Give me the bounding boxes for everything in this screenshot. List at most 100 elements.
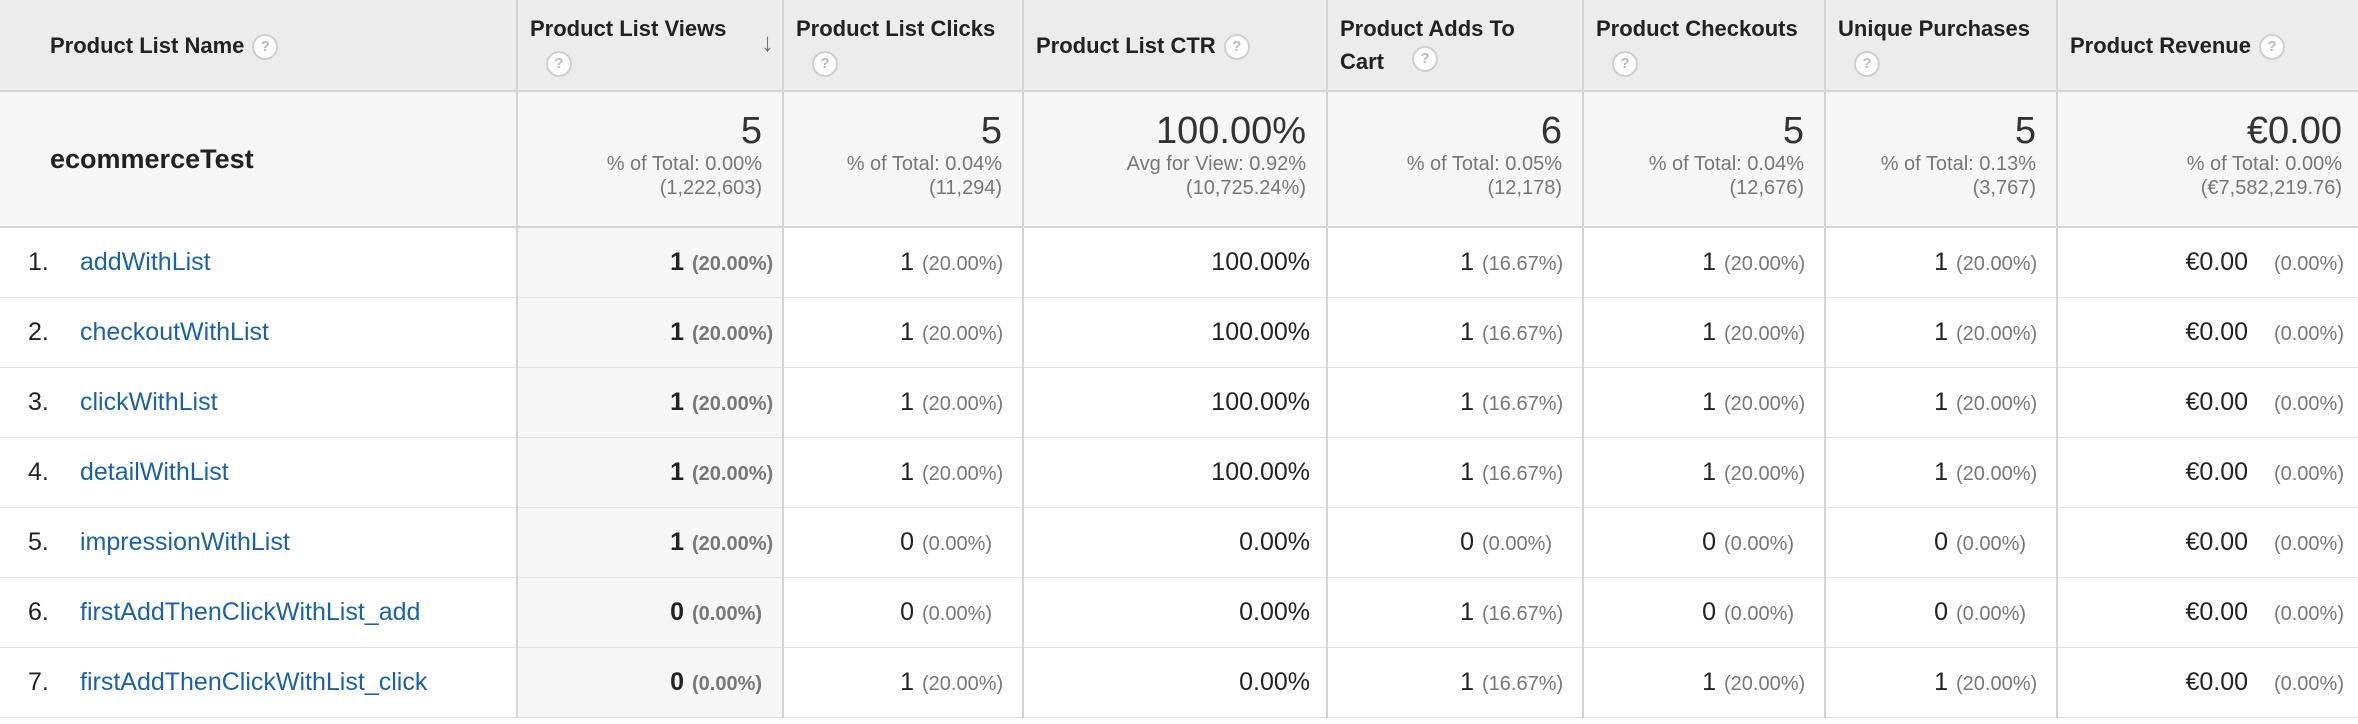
cell-percent: (0.00%) (1482, 532, 1553, 555)
cell-value: 1 (670, 387, 684, 416)
column-header-unique-purchases[interactable]: Unique Purchases? (1825, 0, 2058, 92)
help-icon[interactable]: ? (546, 51, 572, 78)
cell-percent: (16.67%) (1482, 602, 1564, 625)
table-row: 1. addWithList 1 (20.00%) 1 (20.00%) 100.00… (0, 227, 2358, 298)
column-header-product-revenue[interactable]: Product Revenue? (2057, 0, 2358, 92)
product-list-name-link[interactable]: impressionWithList (80, 528, 290, 556)
cell-percent: (16.67%) (1482, 322, 1564, 345)
column-header-product-list-name[interactable]: Product List Name? (0, 0, 518, 92)
cell-value: €0.00 (2185, 317, 2248, 346)
product-list-name-link[interactable]: checkoutWithList (80, 318, 269, 346)
help-icon[interactable]: ? (2258, 33, 2285, 60)
cell-percent: (20.00%) (1724, 462, 1806, 485)
total-percent: % of Total: 0.05% (1406, 153, 1562, 175)
clicks-cell: 1 (20.00%) (783, 227, 1024, 298)
revenue-cell: €0.00 (0.00%) (2057, 367, 2358, 438)
cell-percent: (20.00%) (1956, 392, 2038, 415)
cell-value: 0.00% (1239, 527, 1310, 556)
help-icon[interactable]: ? (1223, 33, 1250, 60)
cell-value: 0 (670, 597, 684, 626)
cell-percent: (16.67%) (1482, 462, 1564, 485)
cell-percent: (16.67%) (1482, 392, 1564, 415)
column-header-label: Product Revenue (2070, 32, 2251, 58)
cell-percent: (20.00%) (1956, 252, 2038, 275)
total-value: 6 (1540, 110, 1562, 152)
column-header-label: Product List CTR (1036, 32, 1216, 58)
checkouts-cell: 1 (20.00%) (1583, 227, 1826, 298)
cell-percent: (20.00%) (922, 322, 1004, 345)
cell-value: €0.00 (2185, 387, 2248, 416)
help-icon[interactable]: ? (812, 51, 838, 78)
row-index: 4. (28, 457, 49, 486)
product-list-name-link[interactable]: firstAddThenClickWithList_add (80, 598, 420, 626)
table-body: 1. addWithList 1 (20.00%) 1 (20.00%) 100.00… (0, 227, 2358, 718)
help-icon[interactable]: ? (252, 33, 279, 60)
cell-percent: (20.00%) (1956, 462, 2038, 485)
column-header-label: Product List Clicks (796, 16, 996, 41)
cell-percent: (20.00%) (1956, 322, 2038, 345)
totals-views: 5 % of Total: 0.00% (1,222,603) (517, 91, 784, 228)
unique-purchases-cell: 0 (0.00%) (1825, 507, 2058, 578)
sort-descending-icon[interactable]: ↓ (761, 26, 774, 59)
checkouts-cell: 1 (20.00%) (1583, 297, 1826, 368)
totals-ctr: 100.00% Avg for View: 0.92% (10,725.24%) (1023, 91, 1328, 228)
cell-value: 0 (1702, 527, 1716, 556)
product-list-name-cell: 2. checkoutWithList (0, 297, 518, 368)
adds-to-cart-cell: 1 (16.67%) (1327, 647, 1584, 718)
totals-name: ecommerceTest (0, 91, 518, 228)
clicks-cell: 1 (20.00%) (783, 297, 1024, 368)
views-cell: 0 (0.00%) (517, 647, 784, 718)
table-row: 4. detailWithList 1 (20.00%) 1 (20.00%) 100… (0, 437, 2358, 508)
checkouts-cell: 1 (20.00%) (1583, 437, 1826, 508)
cell-value: 1 (1702, 317, 1716, 346)
checkouts-cell: 1 (20.00%) (1583, 367, 1826, 438)
column-header-product-list-ctr[interactable]: Product List CTR? (1023, 0, 1328, 92)
cell-value: 1 (1460, 387, 1474, 416)
row-index: 5. (28, 527, 49, 556)
product-list-name-link[interactable]: addWithList (80, 248, 211, 276)
totals-adds-to-cart: 6 % of Total: 0.05% (12,178) (1327, 91, 1584, 228)
cell-percent: (0.00%) (2273, 392, 2344, 415)
column-header-label: Product List Views (530, 16, 727, 41)
cell-value: 100.00% (1211, 317, 1310, 346)
help-icon[interactable]: ? (1854, 51, 1880, 78)
cell-percent: (0.00%) (2273, 462, 2344, 485)
adds-to-cart-cell: 1 (16.67%) (1327, 227, 1584, 298)
revenue-cell: €0.00 (0.00%) (2057, 577, 2358, 648)
totals-row: ecommerceTest 5 % of Total: 0.00% (1,222… (0, 91, 2358, 228)
total-percent: % of Total: 0.04% (1648, 153, 1804, 175)
cell-percent: (20.00%) (922, 462, 1004, 485)
unique-purchases-cell: 1 (20.00%) (1825, 297, 2058, 368)
help-icon[interactable]: ? (1612, 51, 1638, 78)
help-icon[interactable]: ? (1412, 46, 1438, 72)
column-header-product-list-views[interactable]: Product List Views? ↓ (517, 0, 784, 92)
total-overall: (3,767) (1972, 177, 2036, 199)
product-list-name-link[interactable]: firstAddThenClickWithList_click (80, 668, 427, 696)
cell-value: 0 (1460, 527, 1474, 556)
product-list-name-cell: 4. detailWithList (0, 437, 518, 508)
cell-value: 0 (1702, 597, 1716, 626)
column-header-product-adds-to-cart[interactable]: Product Adds To Cart ? (1327, 0, 1584, 92)
product-list-name-cell: 5. impressionWithList (0, 507, 518, 578)
checkouts-cell: 0 (0.00%) (1583, 577, 1826, 648)
table-row: 5. impressionWithList 1 (20.00%) 0 (0.00%) … (0, 507, 2358, 578)
product-list-name-link[interactable]: detailWithList (80, 458, 229, 486)
column-header-label: Product Checkouts (1596, 16, 1798, 41)
total-percent: % of Total: 0.00% (2186, 153, 2342, 175)
row-index: 7. (28, 667, 49, 696)
totals-clicks: 5 % of Total: 0.04% (11,294) (783, 91, 1024, 228)
cell-percent: (0.00%) (692, 672, 763, 695)
cell-percent: (0.00%) (1956, 602, 2027, 625)
product-list-name-link[interactable]: clickWithList (80, 388, 218, 416)
cell-percent: (20.00%) (922, 392, 1004, 415)
cell-value: €0.00 (2185, 527, 2248, 556)
cell-value: 100.00% (1211, 247, 1310, 276)
total-percent: % of Total: 0.13% (1880, 153, 2036, 175)
cell-value: 1 (670, 457, 684, 486)
row-index: 3. (28, 387, 49, 416)
views-cell: 1 (20.00%) (517, 507, 784, 578)
cell-percent: (0.00%) (2273, 252, 2344, 275)
cell-percent: (0.00%) (922, 532, 993, 555)
column-header-product-checkouts[interactable]: Product Checkouts? (1583, 0, 1826, 92)
column-header-product-list-clicks[interactable]: Product List Clicks? (783, 0, 1024, 92)
